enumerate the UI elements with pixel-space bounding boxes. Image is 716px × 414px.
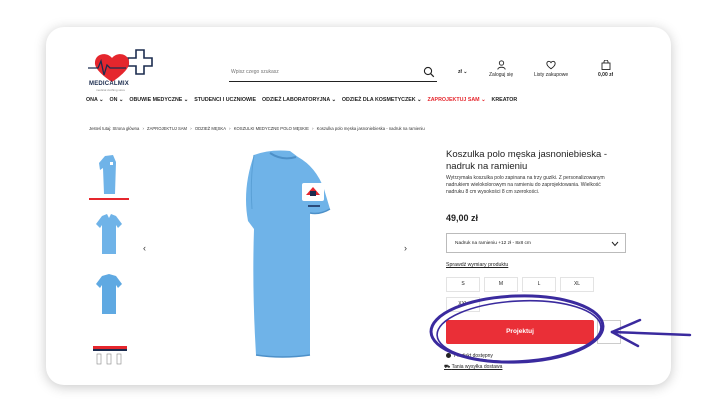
product-main-image [212,149,352,359]
thumbnail-back[interactable] [89,268,129,320]
product-title: Koszulka polo męska jasnoniebieska - nad… [446,149,608,172]
shipping-link[interactable]: ⛟ Tania wysyłka dostawa [444,364,502,371]
nav-item-kosmetyczki[interactable]: ODZIEŻ DLA KOSMETYCZEK ⌄ [342,97,422,109]
logo-tagline: medical clothing store [96,88,126,92]
product-description: Wytrzymała koszulka polo zapinana na trz… [446,175,605,195]
next-image-arrow[interactable]: › [404,243,407,253]
login-button[interactable]: Zaloguj się [489,60,513,78]
size-option-s[interactable]: S [446,277,480,292]
size-chart-link[interactable]: Sprawdź wymiary produktu [446,262,508,268]
size-option-xl[interactable]: XL [560,277,594,292]
nav-item-laboratoryjna[interactable]: ODZIEŻ LABORATORYJNA ⌄ [262,97,336,109]
currency-selector[interactable]: zł ⌄ [458,69,467,75]
breadcrumb-separator: › [229,126,231,131]
thumbnail-side[interactable] [89,148,129,200]
logo-wordmark: MEDICALMIX [89,81,129,87]
cart-total: 0,00 zł [598,72,614,78]
previous-image-arrow[interactable]: ‹ [143,243,146,253]
size-option-l[interactable]: L [522,277,556,292]
wishlist-add-button[interactable] [597,320,621,344]
nav-item-studenci[interactable]: STUDENCI I UCZNIOWIE [194,97,256,109]
breadcrumb-separator: › [190,126,192,131]
user-icon [496,60,506,70]
thumbnail-size-chart[interactable] [89,328,129,380]
heart-icon [546,60,556,70]
print-option-select[interactable]: Nadruk na ramieniu +12 zł - 8x8 cm [446,233,626,253]
shopping-bag-icon [601,60,610,70]
size-option-xxl[interactable]: XXL [446,297,480,312]
search-icon[interactable] [423,66,435,78]
availability-label: Produkt dostępny [454,353,493,359]
status-dot-icon [446,353,451,359]
browser-frame: MEDICALMIX medical clothing store zł ⌄ Z… [46,27,671,385]
login-label: Zaloguj się [489,72,514,78]
chevron-down-icon [611,241,619,247]
design-button[interactable]: Projektuj [446,320,594,344]
main-navigation: ONA ⌄ ON ⌄ OBUWIE MEDYCZNE ⌄ STUDENCI I … [86,97,517,109]
breadcrumb-odziez-meska[interactable]: ODZIEŻ MĘSKA [195,126,226,131]
nav-item-ona[interactable]: ONA ⌄ [86,97,103,109]
nav-item-kreator[interactable]: KREATOR [492,97,518,109]
shipping-label: Tania wysyłka dostawa [451,364,503,370]
thumbnail-front[interactable] [89,208,129,260]
breadcrumb-zaprojektuj[interactable]: ZAPROJEKTUJ SAM [147,126,187,131]
nav-item-zaprojektuj[interactable]: ZAPROJEKTUJ SAM ⌄ [428,97,486,109]
breadcrumb-home[interactable]: Jesteś tutaj: Strona główna [89,126,139,131]
product-price: 49,00 zł [446,213,479,223]
print-option-value: Nadruk na ramieniu +12 zł - 8x8 cm [455,241,531,246]
search-input[interactable] [229,65,409,79]
wishlist-button[interactable]: Listy zakupowe [534,60,568,78]
nav-item-on[interactable]: ON ⌄ [109,97,123,109]
breadcrumb-koszulki[interactable]: KOSZULKI MEDYCZNE POLO MĘSKIE [234,126,309,131]
cart-button[interactable]: 0,00 zł [598,60,613,78]
breadcrumb-current: Koszulka polo męska jasnoniebieska - nad… [316,126,425,131]
breadcrumb-separator: › [142,126,144,131]
breadcrumb-separator: › [312,126,314,131]
truck-icon: ⛟ [444,364,452,370]
nav-item-obuwie[interactable]: OBUWIE MEDYCZNE ⌄ [129,97,188,109]
availability-status: Produkt dostępny [446,353,493,359]
size-option-m[interactable]: M [484,277,518,292]
breadcrumb: Jesteś tutaj: Strona główna › ZAPROJEKTU… [89,126,427,131]
wishlist-label: Listy zakupowe [534,72,569,78]
search-bar [229,62,437,82]
